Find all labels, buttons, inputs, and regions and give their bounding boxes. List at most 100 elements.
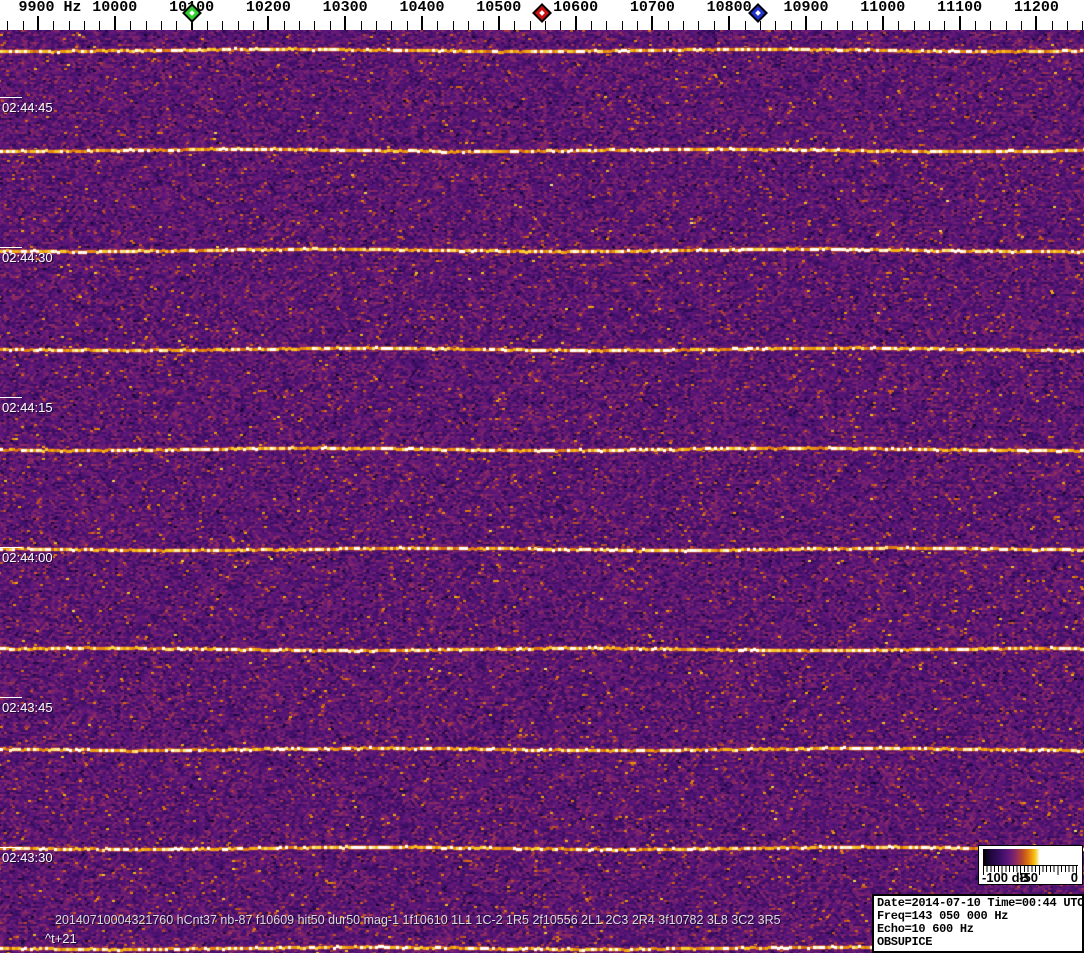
freq-minor-tick: [744, 21, 746, 30]
colorbar-gradient: [983, 849, 1078, 865]
freq-minor-tick: [375, 21, 377, 30]
freq-minor-tick: [790, 21, 792, 30]
freq-minor-tick: [468, 21, 470, 30]
freq-minor-tick: [145, 21, 147, 30]
freq-minor-tick: [253, 21, 255, 30]
freq-tick-label: 10400: [399, 0, 445, 16]
freq-minor-tick: [514, 21, 516, 30]
freq-major-tick: [651, 16, 654, 30]
freq-major-tick: [574, 16, 577, 30]
freq-minor-tick: [68, 21, 70, 30]
freq-minor-tick: [283, 21, 285, 30]
time-tick: [0, 697, 22, 698]
freq-minor-tick: [53, 21, 55, 30]
freq-major-tick: [113, 16, 116, 30]
freq-tick-label: 10300: [322, 0, 368, 16]
freq-minor-tick: [713, 21, 715, 30]
freq-minor-tick: [314, 21, 316, 30]
freq-minor-tick: [1051, 21, 1053, 30]
freq-minor-tick: [590, 21, 592, 30]
freq-minor-tick: [206, 21, 208, 30]
red-diamond-marker[interactable]: [531, 3, 552, 23]
freq-major-tick: [344, 16, 347, 30]
freq-minor-tick: [237, 21, 239, 30]
time-label: 02:43:45: [2, 700, 53, 715]
freq-minor-tick: [637, 21, 639, 30]
freq-minor-tick: [944, 21, 946, 30]
time-label: 02:44:30: [2, 250, 53, 265]
time-label: 02:44:15: [2, 400, 53, 415]
time-tick: [0, 847, 22, 848]
freq-tick-label: 11200: [1013, 0, 1059, 16]
freq-minor-tick: [898, 21, 900, 30]
freq-minor-tick: [683, 21, 685, 30]
colorbar-label-max: 0: [1070, 870, 1078, 885]
colorbar-label-mid: -50: [1019, 870, 1039, 885]
event-annotation: 20140710004321760 hCnt37 nb-87 f10609 hi…: [55, 913, 781, 927]
cursor-annotation: ^t+21: [45, 931, 77, 946]
freq-minor-tick: [22, 21, 24, 30]
freq-minor-tick: [1005, 21, 1007, 30]
info-box: Date=2014-07-10 Time=00:44 UTC Freq=143 …: [872, 894, 1084, 953]
freq-tick-label: 10200: [245, 0, 291, 16]
time-tick: [0, 247, 22, 248]
time-label: 02:44:00: [2, 550, 53, 565]
freq-minor-tick: [7, 21, 9, 30]
freq-tick-label: 9900 Hz: [18, 0, 82, 16]
freq-minor-tick: [329, 21, 331, 30]
freq-tick-label: 10000: [92, 0, 138, 16]
freq-minor-tick: [299, 21, 301, 30]
freq-minor-tick: [560, 21, 562, 30]
freq-tick-label: 10900: [783, 0, 829, 16]
info-station: OBSUPICE: [877, 935, 933, 949]
freq-minor-tick: [606, 21, 608, 30]
freq-minor-tick: [222, 21, 224, 30]
freq-minor-tick: [544, 21, 546, 30]
freq-tick-label: 11000: [860, 0, 906, 16]
freq-major-tick: [881, 16, 884, 30]
freq-minor-tick: [913, 21, 915, 30]
freq-minor-tick: [698, 21, 700, 30]
spectrogram-window: 9900 Hz100001010010200103001040010500106…: [0, 0, 1084, 953]
freq-minor-tick: [437, 21, 439, 30]
freq-major-tick: [1035, 16, 1038, 30]
freq-tick-label: 11100: [937, 0, 983, 16]
time-tick: [0, 397, 22, 398]
freq-minor-tick: [529, 21, 531, 30]
freq-minor-tick: [483, 21, 485, 30]
freq-minor-tick: [391, 21, 393, 30]
freq-major-tick: [37, 16, 39, 30]
freq-major-tick: [421, 16, 423, 30]
freq-minor-tick: [99, 21, 101, 30]
freq-minor-tick: [452, 21, 454, 30]
time-tick: [0, 547, 22, 548]
freq-minor-tick: [1021, 21, 1023, 30]
freq-minor-tick: [406, 21, 408, 30]
freq-minor-tick: [852, 21, 854, 30]
freq-major-tick: [805, 16, 807, 30]
freq-minor-tick: [84, 21, 86, 30]
freq-minor-tick: [667, 21, 669, 30]
freq-minor-tick: [130, 21, 132, 30]
time-tick: [0, 97, 22, 98]
freq-tick-label: 10600: [553, 0, 599, 16]
time-label: 02:44:45: [2, 100, 53, 115]
freq-minor-tick: [1067, 21, 1069, 30]
freq-minor-tick: [775, 21, 777, 30]
freq-minor-tick: [974, 21, 976, 30]
freq-minor-tick: [360, 21, 362, 30]
time-label: 02:43:30: [2, 850, 53, 865]
spectrogram-canvas: [0, 30, 1084, 953]
freq-major-tick: [958, 16, 961, 30]
freq-minor-tick: [836, 21, 838, 30]
freq-tick-label: 10800: [706, 0, 752, 16]
freq-minor-tick: [1082, 21, 1084, 30]
freq-major-tick: [497, 16, 500, 30]
freq-minor-tick: [160, 21, 162, 30]
freq-minor-tick: [176, 21, 178, 30]
freq-minor-tick: [759, 21, 761, 30]
freq-major-tick: [728, 16, 731, 30]
freq-minor-tick: [928, 21, 930, 30]
freq-tick-label: 10500: [476, 0, 522, 16]
freq-major-tick: [267, 16, 270, 30]
